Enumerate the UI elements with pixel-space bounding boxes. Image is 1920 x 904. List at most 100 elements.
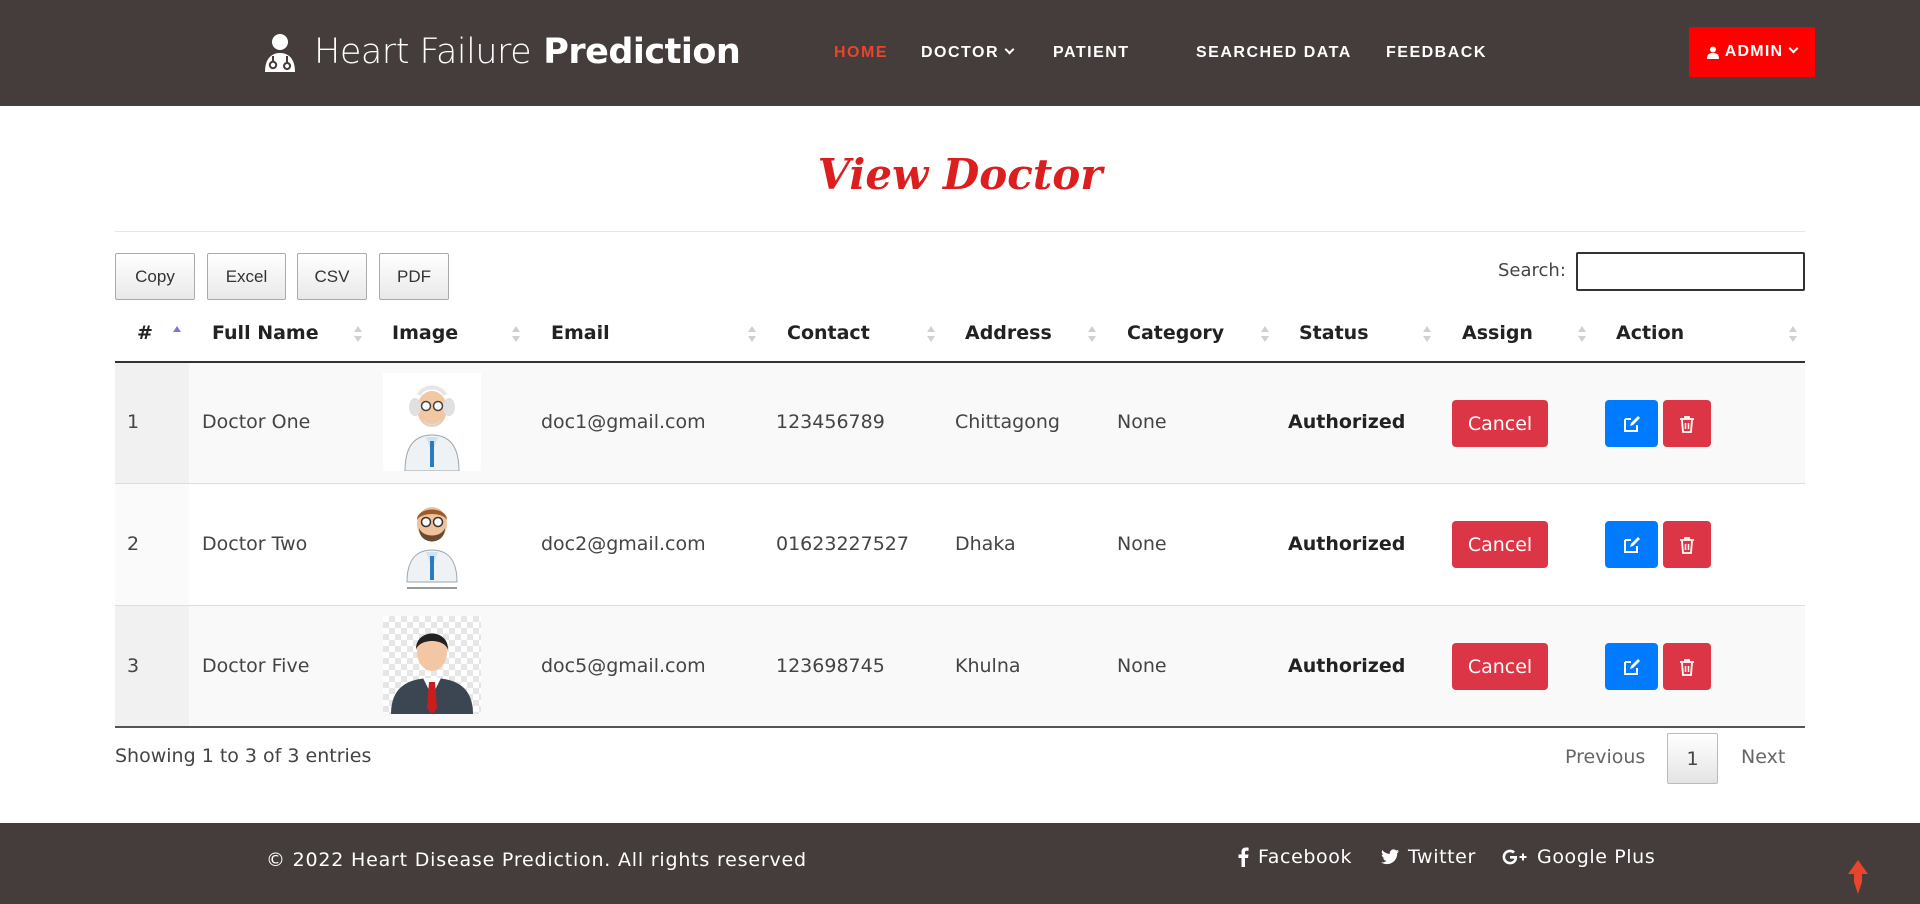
column-header-full-name[interactable]: Full Name [212, 322, 319, 344]
doctor-address: Khulna [955, 655, 1021, 677]
divider [115, 231, 1805, 232]
column-header-image[interactable]: Image [392, 322, 458, 344]
column-header-category[interactable]: Category [1127, 322, 1224, 344]
doctor-email: doc2@gmail.com [541, 533, 706, 555]
google-plus-label: Google Plus [1537, 846, 1656, 868]
search-input[interactable] [1576, 252, 1805, 291]
doctor-name: Doctor One [202, 411, 311, 433]
sort-icon [748, 326, 756, 344]
pagination-previous[interactable]: Previous [1565, 746, 1645, 768]
entries-info: Showing 1 to 3 of 3 entries [115, 745, 372, 767]
copyright-text: © 2022 Heart Disease Prediction. All rig… [266, 849, 807, 871]
edit-button[interactable] [1605, 643, 1658, 690]
scroll-top-arrow-icon[interactable] [1846, 860, 1870, 894]
doctor-avatar-image [383, 373, 481, 472]
page-title: View Doctor [817, 150, 1103, 199]
column-header-status[interactable]: Status [1299, 322, 1369, 344]
doctor-email: doc5@gmail.com [541, 655, 706, 677]
column-header-address[interactable]: Address [965, 322, 1052, 344]
nav-home[interactable]: HOME [834, 44, 888, 62]
doctor-contact: 123456789 [776, 411, 885, 433]
google-plus-icon [1502, 849, 1527, 865]
admin-label: ADMIN [1724, 43, 1784, 60]
businessman-avatar-icon [391, 633, 473, 714]
nav-patient[interactable]: PATIENT [1053, 44, 1130, 62]
twitter-link[interactable]: Twitter [1381, 846, 1476, 868]
delete-button[interactable] [1663, 400, 1711, 447]
doctor-bearded-avatar-icon [406, 507, 458, 589]
excel-button[interactable]: Excel [207, 253, 286, 300]
trash-icon [1680, 536, 1694, 554]
admin-menu-button[interactable]: ADMIN [1689, 27, 1815, 77]
sort-icon [1088, 326, 1096, 344]
pagination-page-1[interactable]: 1 [1667, 733, 1718, 784]
doctor-category: None [1117, 411, 1167, 433]
csv-button[interactable]: CSV [297, 253, 367, 300]
row-number: 1 [127, 411, 140, 433]
nav-feedback[interactable]: FEEDBACK [1386, 44, 1487, 62]
column-header-contact[interactable]: Contact [787, 322, 870, 344]
doctor-contact: 01623227527 [776, 533, 909, 555]
sort-icon [512, 326, 520, 344]
facebook-icon [1238, 847, 1249, 867]
status-badge: Authorized [1288, 411, 1406, 433]
edit-icon [1623, 415, 1640, 432]
delete-button[interactable] [1663, 521, 1711, 568]
pdf-button[interactable]: PDF [379, 253, 449, 300]
cancel-button[interactable]: Cancel [1452, 521, 1548, 568]
column-header-email[interactable]: Email [551, 322, 610, 344]
trash-icon [1680, 415, 1694, 433]
doctor-avatar-image [383, 494, 481, 592]
sort-icon [927, 326, 935, 344]
doctor-avatar-image [383, 616, 481, 714]
column-header-number[interactable]: # [137, 322, 153, 344]
facebook-link[interactable]: Facebook [1238, 846, 1352, 868]
cancel-button[interactable]: Cancel [1452, 643, 1548, 690]
doctor-address: Chittagong [955, 411, 1060, 433]
doctor-elderly-avatar-icon [404, 385, 460, 472]
status-badge: Authorized [1288, 533, 1406, 555]
chevron-down-icon [1004, 44, 1015, 55]
trash-icon [1680, 658, 1694, 676]
sort-icon [1578, 326, 1586, 344]
row-number: 2 [127, 533, 140, 555]
doctor-name: Doctor Two [202, 533, 308, 555]
sort-icon [173, 326, 181, 344]
twitter-label: Twitter [1408, 846, 1476, 868]
edit-icon [1623, 658, 1640, 675]
doctor-category: None [1117, 655, 1167, 677]
google-plus-link[interactable]: Google Plus [1502, 846, 1655, 868]
nav-doctor[interactable]: DOCTOR [921, 44, 1015, 62]
brand-text-bold: Prediction [543, 32, 741, 72]
user-icon [1706, 46, 1719, 59]
row-number: 3 [127, 655, 140, 677]
copy-button[interactable]: Copy [115, 253, 195, 300]
sort-icon [1261, 326, 1269, 344]
delete-button[interactable] [1663, 643, 1711, 690]
doctor-address: Dhaka [955, 533, 1016, 555]
edit-button[interactable] [1605, 521, 1658, 568]
pagination-next[interactable]: Next [1741, 746, 1785, 768]
brand[interactable]: Heart Failure Prediction [262, 28, 741, 76]
facebook-label: Facebook [1258, 846, 1353, 868]
doctor-email: doc1@gmail.com [541, 411, 706, 433]
table-footer-border [115, 726, 1805, 728]
twitter-icon [1381, 849, 1399, 865]
doctor-name: Doctor Five [202, 655, 310, 677]
doctor-logo-icon [265, 34, 295, 72]
sort-icon [1789, 326, 1797, 344]
doctor-contact: 123698745 [776, 655, 885, 677]
cancel-button[interactable]: Cancel [1452, 400, 1548, 447]
nav-doctor-label: DOCTOR [921, 44, 1000, 61]
status-badge: Authorized [1288, 655, 1406, 677]
sort-icon [354, 326, 362, 344]
column-header-action[interactable]: Action [1616, 322, 1684, 344]
edit-icon [1623, 536, 1640, 553]
sort-icon [1423, 326, 1431, 344]
chevron-down-icon [1788, 43, 1799, 53]
column-header-assign[interactable]: Assign [1462, 322, 1533, 344]
search-label: Search: [1498, 260, 1566, 281]
edit-button[interactable] [1605, 400, 1658, 447]
brand-text-light: Heart Failure [314, 32, 532, 72]
nav-searched-data[interactable]: SEARCHED DATA [1196, 44, 1352, 62]
